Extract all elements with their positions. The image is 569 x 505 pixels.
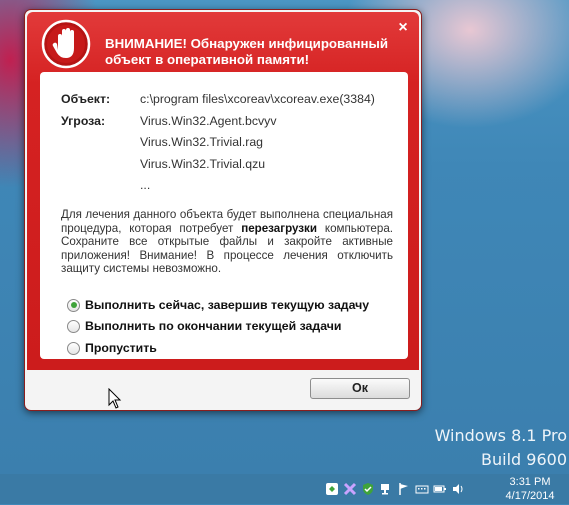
object-path: c:\program files\xcoreav\xcoreav.exe(338… xyxy=(140,92,375,106)
option-label: Выполнить по окончании текущей задачи xyxy=(85,319,342,333)
alert-title: ВНИМАНИЕ! Обнаружен инфицированный объек… xyxy=(105,36,389,67)
radio-button-selected[interactable] xyxy=(67,298,80,312)
taskbar xyxy=(0,474,569,504)
infection-alert-dialog: × ВНИМАНИЕ! Обнаружен инфицированный объ… xyxy=(24,9,422,411)
option-run-now[interactable]: Выполнить сейчас, завершив текущую задач… xyxy=(67,298,369,312)
radio-button[interactable] xyxy=(67,319,80,333)
clock-time: 3:31 PM xyxy=(509,476,551,488)
description-emphasis: перезагрузки xyxy=(241,221,317,235)
object-row: Объект: c:\program files\xcoreav\xcoreav… xyxy=(61,92,375,106)
ok-button[interactable]: Ок xyxy=(310,378,410,399)
alert-header-frame: × ВНИМАНИЕ! Обнаружен инфицированный объ… xyxy=(27,12,419,370)
av-icon[interactable] xyxy=(343,482,357,496)
close-button[interactable]: × xyxy=(395,20,411,36)
taskbar-clock[interactable]: 3:31 PM 4/17/2014 xyxy=(498,474,562,505)
radio-button[interactable] xyxy=(67,341,80,355)
threat-label: Угроза: xyxy=(61,114,106,128)
recycle-icon[interactable] xyxy=(325,482,339,496)
option-label: Пропустить xyxy=(85,341,157,355)
battery-icon[interactable] xyxy=(433,482,447,496)
shield-icon[interactable] xyxy=(361,482,375,496)
clock-date: 4/17/2014 xyxy=(505,490,555,502)
threat-row: Угроза: Virus.Win32.Agent.bcvyv xyxy=(61,114,276,128)
keyboard-icon[interactable] xyxy=(415,482,429,496)
mouse-cursor-icon xyxy=(108,388,122,409)
alert-content-panel: Объект: c:\program files\xcoreav\xcoreav… xyxy=(40,72,408,359)
windows-watermark-build: Build 9600 xyxy=(481,450,567,469)
threat-ellipsis: ... xyxy=(140,178,151,192)
option-skip[interactable]: Пропустить xyxy=(67,341,157,355)
option-run-after-task[interactable]: Выполнить по окончании текущей задачи xyxy=(67,319,341,333)
threat-item: Virus.Win32.Agent.bcvyv xyxy=(140,114,277,128)
option-label: Выполнить сейчас, завершив текущую задач… xyxy=(85,298,370,312)
windows-watermark-edition: Windows 8.1 Pro xyxy=(434,426,567,445)
flag-icon[interactable] xyxy=(397,482,411,496)
stop-hand-icon xyxy=(41,19,91,69)
network-icon[interactable] xyxy=(379,482,393,496)
object-label: Объект: xyxy=(61,92,111,106)
system-tray xyxy=(325,482,465,496)
volume-icon[interactable] xyxy=(451,482,465,496)
threat-item: Virus.Win32.Trivial.qzu xyxy=(140,157,266,171)
alert-description: Для лечения данного объекта будет выполн… xyxy=(61,208,393,276)
threat-item: Virus.Win32.Trivial.rag xyxy=(140,135,264,149)
